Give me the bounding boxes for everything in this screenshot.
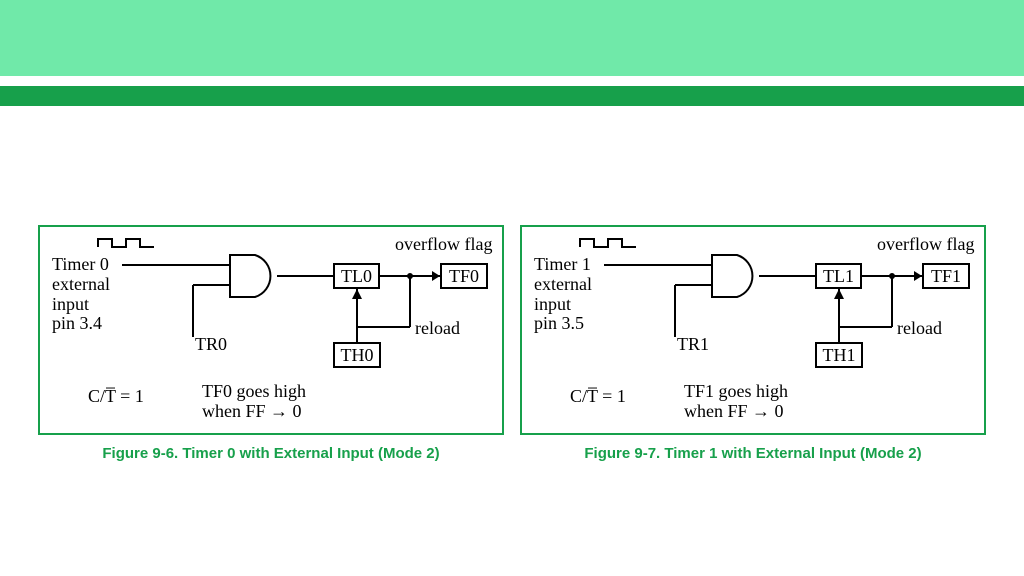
overflow-label: overflow flag — [395, 235, 492, 255]
note-line1: TF1 goes high — [684, 382, 788, 402]
th-box: TH1 — [815, 342, 863, 368]
diagram-box-left: Timer 0 external input pin 3.4 TR0 overf… — [38, 225, 504, 435]
figure-left: Timer 0 external input pin 3.4 TR0 overf… — [38, 225, 504, 462]
input-label: Timer 0 external input pin 3.4 — [52, 255, 110, 334]
note-line2: when FF → 0 — [202, 402, 302, 422]
caption-left: Figure 9-6. Timer 0 with External Input … — [38, 445, 504, 462]
ct-label: C/T̅ = 1 — [88, 387, 144, 407]
caption-right: Figure 9-7. Timer 1 with External Input … — [520, 445, 986, 462]
reload-label: reload — [415, 319, 460, 339]
tf-box: TF0 — [440, 263, 488, 289]
tr-label: TR1 — [677, 335, 709, 355]
top-banner — [0, 0, 1024, 76]
note-line2: when FF → 0 — [684, 402, 784, 422]
tl-box: TL1 — [815, 263, 862, 289]
reload-label: reload — [897, 319, 942, 339]
th-box: TH0 — [333, 342, 381, 368]
figures-row: Timer 0 external input pin 3.4 TR0 overf… — [38, 225, 986, 462]
tr-label: TR0 — [195, 335, 227, 355]
diagram-box-right: Timer 1 external input pin 3.5 TR1 overf… — [520, 225, 986, 435]
tl-box: TL0 — [333, 263, 380, 289]
note-line1: TF0 goes high — [202, 382, 306, 402]
tf-box: TF1 — [922, 263, 970, 289]
ct-label: C/T̅ = 1 — [570, 387, 626, 407]
input-label: Timer 1 external input pin 3.5 — [534, 255, 592, 334]
figure-right: Timer 1 external input pin 3.5 TR1 overf… — [520, 225, 986, 462]
green-bar — [0, 86, 1024, 106]
overflow-label: overflow flag — [877, 235, 974, 255]
